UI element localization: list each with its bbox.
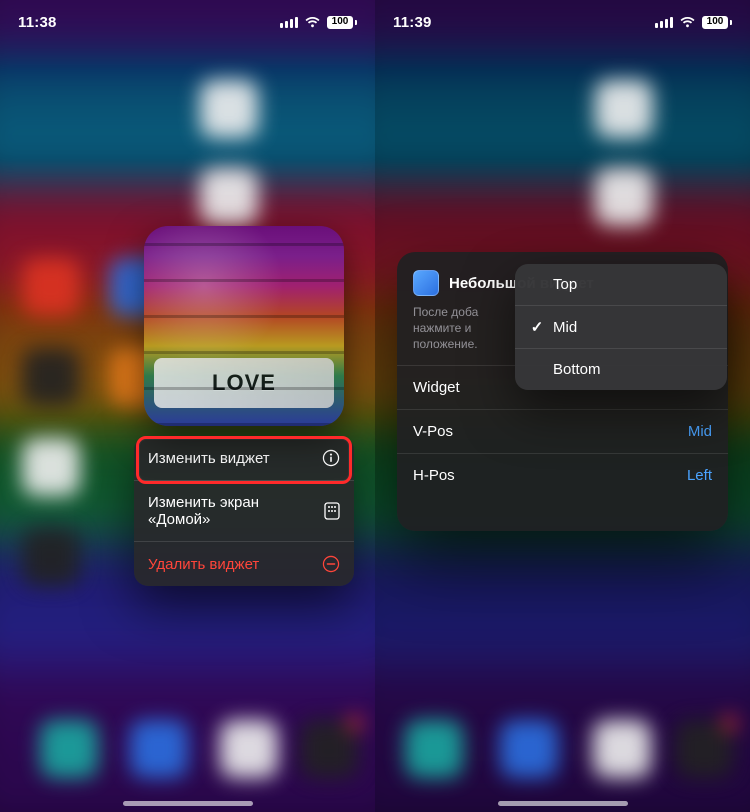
battery-icon: 100 bbox=[702, 16, 732, 29]
row-value: Mid bbox=[688, 423, 712, 440]
homeicon-blur bbox=[22, 348, 80, 406]
dock-icon-blur bbox=[500, 720, 558, 778]
config-row-hpos[interactable]: H-Pos Left bbox=[397, 453, 728, 497]
widget-preview[interactable]: LOVE bbox=[144, 226, 344, 426]
cellular-icon bbox=[280, 16, 298, 28]
home-indicator[interactable] bbox=[123, 801, 253, 806]
homeicon-blur bbox=[22, 258, 80, 316]
status-bar: 11:39 100 bbox=[375, 0, 750, 44]
row-key: H-Pos bbox=[413, 467, 455, 484]
status-time: 11:38 bbox=[18, 14, 57, 31]
row-key: V-Pos bbox=[413, 423, 453, 440]
status-time: 11:39 bbox=[393, 14, 432, 31]
vpos-popover: Top ✓ Mid Bottom bbox=[515, 264, 727, 390]
dock-icon-blur bbox=[405, 720, 463, 778]
phone-right: 11:39 100 Небольшой виджет После доба на… bbox=[375, 0, 750, 812]
dock-icon-blur bbox=[40, 720, 98, 778]
cellular-icon bbox=[655, 16, 673, 28]
status-bar: 11:38 100 bbox=[0, 0, 375, 44]
widget-context-menu: LOVE Изменить виджет Изменить экран «Дом… bbox=[134, 226, 354, 586]
battery-icon: 100 bbox=[327, 16, 357, 29]
menu-label: Изменить экран «Домой» bbox=[148, 494, 324, 528]
minus-circle-icon bbox=[322, 555, 340, 573]
dock-icon-blur bbox=[220, 720, 278, 778]
info-icon bbox=[322, 449, 340, 467]
wifi-icon bbox=[304, 16, 321, 28]
widget-app-icon bbox=[413, 270, 439, 296]
wifi-icon bbox=[679, 16, 696, 28]
homeicon-blur bbox=[22, 438, 80, 496]
option-label: Bottom bbox=[553, 361, 601, 378]
checkmark-icon: ✓ bbox=[529, 318, 545, 336]
menu-label: Удалить виджет bbox=[148, 556, 259, 573]
home-indicator[interactable] bbox=[498, 801, 628, 806]
apps-grid-icon bbox=[324, 502, 340, 520]
homeicon-blur bbox=[200, 80, 258, 138]
homeicon-blur bbox=[200, 168, 258, 226]
option-label: Mid bbox=[553, 319, 577, 336]
popover-option-top[interactable]: Top bbox=[515, 264, 727, 305]
option-label: Top bbox=[553, 276, 577, 293]
popover-option-bottom[interactable]: Bottom bbox=[515, 348, 727, 390]
dock-icon-blur bbox=[300, 720, 358, 778]
dock-icon-blur bbox=[593, 720, 651, 778]
widget-caption: LOVE bbox=[154, 358, 334, 408]
homeicon-blur bbox=[595, 80, 653, 138]
phone-left: 11:38 100 LOVE Изменить виджет bbox=[0, 0, 375, 812]
delete-widget-button[interactable]: Удалить виджет bbox=[134, 541, 354, 586]
edit-home-button[interactable]: Изменить экран «Домой» bbox=[134, 480, 354, 541]
dock-icon-blur bbox=[130, 720, 188, 778]
edit-widget-button[interactable]: Изменить виджет bbox=[134, 436, 354, 480]
dock-icon-blur bbox=[675, 720, 733, 778]
popover-option-mid[interactable]: ✓ Mid bbox=[515, 305, 727, 348]
context-menu: Изменить виджет Изменить экран «Домой» У… bbox=[134, 436, 354, 586]
row-key: Widget bbox=[413, 379, 460, 396]
config-row-vpos[interactable]: V-Pos Mid bbox=[397, 409, 728, 453]
menu-label: Изменить виджет bbox=[148, 450, 270, 467]
homeicon-blur bbox=[595, 168, 653, 226]
homeicon-blur bbox=[22, 528, 80, 586]
row-value: Left bbox=[687, 467, 712, 484]
